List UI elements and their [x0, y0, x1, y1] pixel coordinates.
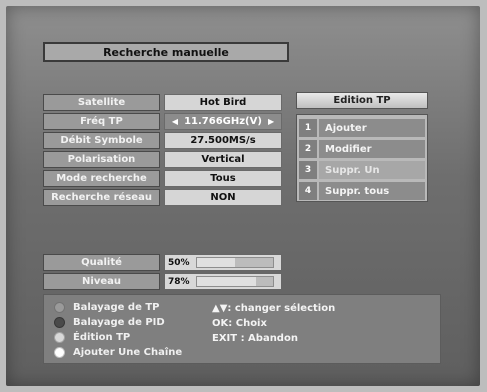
legend-label: Édition TP	[73, 331, 131, 343]
search-mode-value-text: Tous	[210, 173, 236, 184]
legend-label: Balayage de PID	[73, 316, 165, 328]
menu-item-delete-one[interactable]: 3 Suppr. Un	[299, 161, 425, 179]
quality-meter: 50%	[164, 254, 282, 271]
menu-item-modify[interactable]: 2 Modifier	[299, 140, 425, 158]
satellite-value[interactable]: Hot Bird	[164, 94, 282, 111]
edit-tp-menu: 1 Ajouter 2 Modifier 3 Suppr. Un 4 Suppr…	[296, 114, 428, 202]
legend-tp-scan: Balayage de TP	[54, 300, 160, 314]
quality-bar	[196, 257, 274, 268]
arrow-left-icon[interactable]: ◀	[172, 117, 178, 126]
legend-label: Ajouter Une Chaîne	[73, 346, 183, 358]
level-meter: 78%	[164, 273, 282, 290]
network-search-label: Recherche réseau	[43, 189, 160, 206]
gray-dot-icon	[54, 301, 65, 313]
quality-percent: 50%	[168, 257, 190, 268]
edit-tp-title: Edition TP	[333, 95, 391, 106]
menu-item-label: Modifier	[319, 140, 425, 158]
freq-tp-label: Fréq TP	[43, 113, 160, 130]
search-mode-label: Mode recherche	[43, 170, 160, 187]
freq-tp-value[interactable]: ◀ 11.766GHz(V) ▶	[164, 113, 282, 130]
help-exit: EXIT : Abandon	[212, 332, 298, 344]
legend-edit-tp: Édition TP	[54, 330, 130, 344]
legend-pid-scan: Balayage de PID	[54, 315, 165, 329]
arrow-right-icon[interactable]: ▶	[268, 117, 274, 126]
menu-item-number: 4	[299, 182, 317, 200]
help-ok: OK: Choix	[212, 317, 267, 329]
help-panel: Balayage de TP Balayage de PID Édition T…	[43, 294, 441, 364]
level-bar	[196, 276, 274, 287]
page-title-text: Recherche manuelle	[103, 45, 229, 59]
page-title: Recherche manuelle	[43, 42, 289, 62]
menu-item-number: 3	[299, 161, 317, 179]
menu-item-label: Suppr. tous	[319, 182, 425, 200]
white-dot-icon	[54, 346, 65, 358]
menu-item-number: 1	[299, 119, 317, 137]
edit-tp-header: Edition TP	[296, 92, 428, 109]
tv-screen: Recherche manuelle Satellite Hot Bird Fr…	[6, 6, 480, 386]
symbol-rate-value[interactable]: 27.500MS/s	[164, 132, 282, 149]
legend-label: Balayage de TP	[73, 301, 160, 313]
level-bar-fill	[197, 277, 257, 286]
legend-add-channel: Ajouter Une Chaîne	[54, 345, 182, 359]
polarisation-label: Polarisation	[43, 151, 160, 168]
menu-item-add[interactable]: 1 Ajouter	[299, 119, 425, 137]
freq-tp-value-text: 11.766GHz(V)	[184, 116, 262, 127]
level-percent: 78%	[168, 276, 190, 287]
quality-bar-fill	[197, 258, 235, 267]
level-label: Niveau	[43, 273, 160, 290]
light-dot-icon	[54, 331, 65, 343]
menu-item-number: 2	[299, 140, 317, 158]
menu-item-label: Suppr. Un	[319, 161, 425, 179]
search-mode-value[interactable]: Tous	[164, 170, 282, 187]
symbol-rate-value-text: 27.500MS/s	[190, 135, 256, 146]
menu-item-label: Ajouter	[319, 119, 425, 137]
polarisation-value[interactable]: Vertical	[164, 151, 282, 168]
quality-label: Qualité	[43, 254, 160, 271]
symbol-rate-label: Débit Symbole	[43, 132, 160, 149]
dark-dot-icon	[54, 316, 65, 328]
menu-item-delete-all[interactable]: 4 Suppr. tous	[299, 182, 425, 200]
satellite-label: Satellite	[43, 94, 160, 111]
network-search-value[interactable]: NON	[164, 189, 282, 206]
network-search-value-text: NON	[210, 192, 236, 203]
satellite-value-text: Hot Bird	[199, 97, 247, 108]
help-change-selection: ▲▼: changer sélection	[212, 302, 336, 314]
polarisation-value-text: Vertical	[201, 154, 245, 165]
